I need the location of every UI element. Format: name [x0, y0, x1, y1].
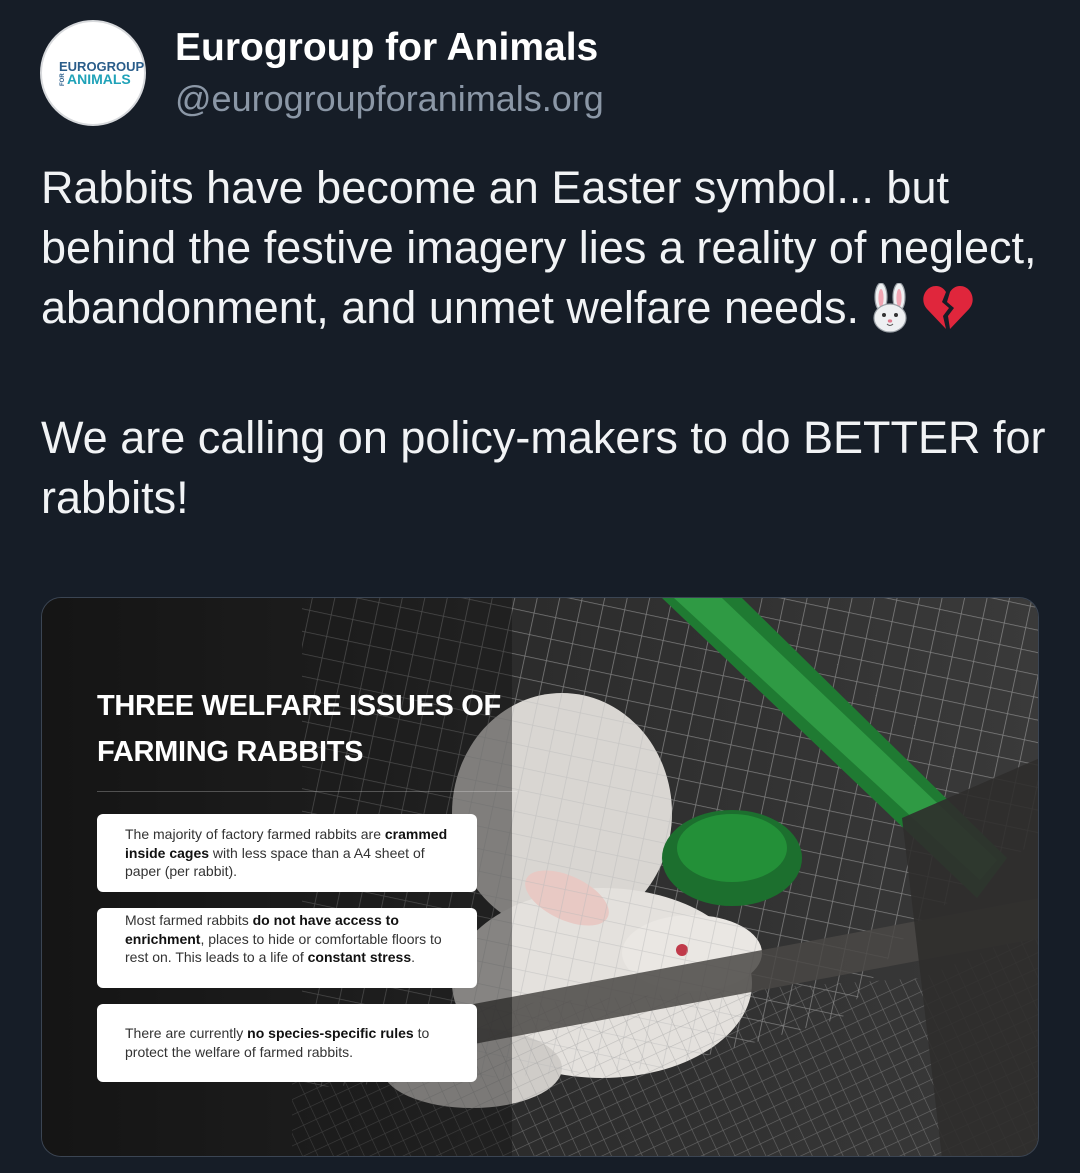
logo-line2: ANIMALS [67, 71, 131, 87]
card-3-text: There are currently [125, 1025, 248, 1041]
author-handle[interactable]: @eurogroupforanimals.org [175, 78, 604, 120]
card-2-text: Most farmed rabbits [125, 912, 253, 928]
eurogroup-logo-icon: EUROGROUP ANIMALS FOR [59, 59, 144, 87]
avatar[interactable]: EUROGROUP ANIMALS FOR [40, 20, 146, 126]
info-card-enrichment: Most farmed rabbits do not have access t… [97, 908, 477, 988]
rabbit-face-emoji-icon [867, 282, 913, 348]
divider [97, 791, 517, 792]
author-display-name[interactable]: Eurogroup for Animals [175, 26, 598, 70]
post-paragraph-2: We are calling on policy-makers to do BE… [41, 412, 1046, 523]
post-paragraph-1: Rabbits have become an Easter symbol... … [41, 158, 1051, 348]
post-body: Rabbits have become an Easter symbol... … [41, 158, 1051, 528]
logo-vertical: FOR [60, 73, 66, 86]
card-1-text: The majority of factory farmed rabbits a… [125, 826, 385, 842]
graphic-title-line2: FARMING RABBITS [97, 736, 364, 768]
card-2-bold-2: constant stress [307, 949, 412, 965]
graphic-title: THREE WELFARE ISSUES OF FARMING RABBITS [97, 683, 557, 775]
card-3-bold: no species-specific rules [247, 1025, 414, 1041]
info-card-rules: There are currently no species-specific … [97, 1004, 477, 1082]
info-card-cages: The majority of factory farmed rabbits a… [97, 814, 477, 892]
graphic-title-line1: THREE WELFARE ISSUES OF [97, 690, 501, 722]
card-2-text-end: . [411, 949, 415, 965]
broken-heart-emoji-icon [921, 283, 975, 348]
post-image[interactable]: THREE WELFARE ISSUES OF FARMING RABBITS … [41, 597, 1039, 1157]
